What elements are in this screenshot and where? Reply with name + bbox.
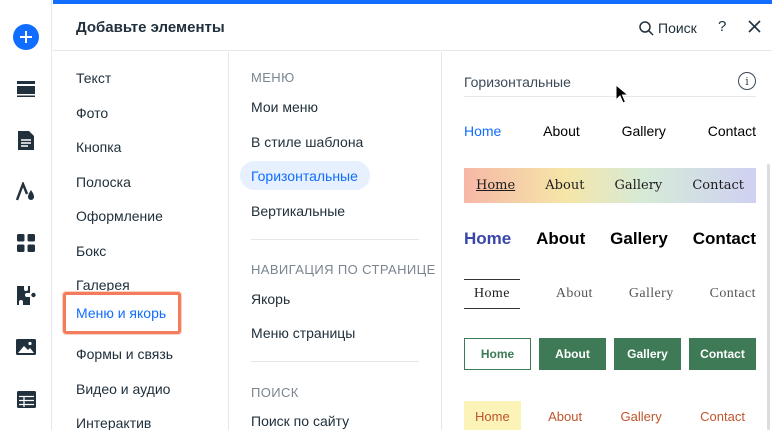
category-interactive[interactable]: Интерактив	[76, 415, 151, 430]
table-icon	[16, 390, 36, 408]
category-gallery[interactable]: Галерея	[76, 277, 130, 293]
layout-icon	[17, 81, 35, 97]
left-toolbar	[0, 0, 52, 430]
preview-area: Горизонтальные i Home About Gallery Cont…	[443, 52, 772, 430]
subcategory-theme-menus[interactable]: В стиле шаблона	[251, 134, 363, 150]
close-icon	[748, 20, 761, 33]
category-list: Текст Фото Кнопка Полоска Оформление Бок…	[53, 52, 229, 430]
puzzle-icon	[16, 285, 36, 305]
section-divider	[251, 361, 419, 362]
category-photo[interactable]: Фото	[76, 105, 108, 121]
cms-button[interactable]	[8, 381, 44, 417]
search-icon	[639, 20, 654, 36]
add-icon	[13, 24, 39, 50]
add-elements-button[interactable]	[8, 19, 44, 55]
sections-button[interactable]	[8, 71, 44, 107]
category-video-audio[interactable]: Видео и аудио	[76, 381, 170, 397]
subcategory-my-menus[interactable]: Мои меню	[251, 99, 318, 115]
media-icon	[16, 339, 36, 355]
apps-button[interactable]	[8, 225, 44, 261]
close-button[interactable]	[748, 17, 764, 35]
category-box[interactable]: Бокс	[76, 243, 106, 259]
subcategory-page-menu[interactable]: Меню страницы	[251, 325, 355, 341]
menu-item: Home	[464, 338, 531, 370]
menu-item: Gallery	[614, 338, 681, 370]
menu-item: Contact	[692, 178, 744, 193]
menu-item: Gallery	[620, 408, 662, 424]
mouse-cursor-icon	[615, 84, 629, 104]
menu-preset-2[interactable]: Home About Gallery Contact	[464, 168, 756, 203]
menu-preset-4[interactable]: Home About Gallery Contact	[464, 278, 756, 310]
menu-item: Gallery	[621, 123, 666, 139]
search-label: Поиск	[658, 20, 697, 36]
subcategory-site-search[interactable]: Поиск по сайту	[251, 413, 349, 429]
subcategory-horizontal-selected[interactable]: Горизонтальные	[240, 161, 370, 190]
menu-item: About	[545, 178, 585, 193]
menu-preset-3[interactable]: Home About Gallery Contact	[464, 228, 756, 250]
section-heading-search: ПОИСК	[251, 385, 299, 400]
preview-title: Горизонтальные	[464, 74, 571, 90]
menu-item: Home	[464, 279, 520, 309]
page-icon	[18, 130, 34, 150]
subcategory-horizontal-label: Горизонтальные	[251, 168, 358, 184]
menu-item: Contact	[709, 286, 756, 301]
category-strip[interactable]: Полоска	[76, 174, 131, 190]
menu-preset-5[interactable]: Home About Gallery Contact	[464, 338, 756, 370]
category-menu-anchor-label: Меню и якорь	[76, 305, 167, 321]
menu-item: Home	[464, 401, 521, 430]
menu-item: Contact	[700, 408, 745, 424]
scrollbar[interactable]	[767, 164, 770, 430]
category-text[interactable]: Текст	[76, 70, 111, 86]
menu-item: Gallery	[610, 229, 668, 248]
menu-item: About	[543, 123, 580, 139]
add-elements-panel: Добавьте элементы Поиск ? Текст Фото Кно…	[53, 0, 772, 430]
menu-preset-1[interactable]: Home About Gallery Contact	[464, 120, 756, 142]
menu-item: Contact	[689, 338, 756, 370]
category-decoration[interactable]: Оформление	[76, 208, 163, 224]
section-heading-page-nav: НАВИГАЦИЯ ПО СТРАНИЦЕ	[251, 262, 436, 277]
apps-icon	[17, 234, 35, 252]
pages-button[interactable]	[8, 122, 44, 158]
menu-item: About	[548, 408, 583, 424]
menu-item: About	[536, 229, 586, 248]
business-button[interactable]	[8, 277, 44, 313]
subcategory-anchor[interactable]: Якорь	[251, 291, 290, 307]
search-button[interactable]: Поиск	[639, 17, 697, 39]
design-icon	[16, 181, 34, 200]
menu-item: Home	[464, 229, 512, 248]
preview-divider	[464, 96, 756, 97]
menu-item: Gallery	[628, 286, 674, 301]
menu-item: Contact	[692, 229, 756, 248]
menu-item: Contact	[707, 123, 756, 139]
panel-title: Добавьте элементы	[76, 19, 225, 36]
section-heading-menu: МЕНЮ	[251, 70, 295, 85]
media-button[interactable]	[8, 329, 44, 365]
menu-item: Home	[476, 178, 516, 193]
design-button[interactable]	[8, 173, 44, 209]
help-button[interactable]: ?	[718, 18, 726, 35]
category-button[interactable]: Кнопка	[76, 139, 121, 155]
section-divider	[251, 239, 419, 240]
menu-item: About	[539, 338, 606, 370]
menu-item: Gallery	[614, 178, 663, 193]
subcategory-vertical[interactable]: Вертикальные	[251, 203, 345, 219]
category-menu-anchor-selected[interactable]: Меню и якорь	[63, 292, 181, 334]
menu-preset-6[interactable]: Home About Gallery Contact	[464, 400, 756, 430]
subcategory-list: МЕНЮ Мои меню В стиле шаблона Горизонтал…	[230, 52, 442, 430]
panel-header: Добавьте элементы Поиск ?	[53, 4, 772, 51]
menu-item: About	[555, 286, 593, 301]
info-icon[interactable]: i	[738, 72, 756, 90]
category-forms[interactable]: Формы и связь	[76, 346, 173, 362]
menu-item: Home	[464, 123, 502, 139]
